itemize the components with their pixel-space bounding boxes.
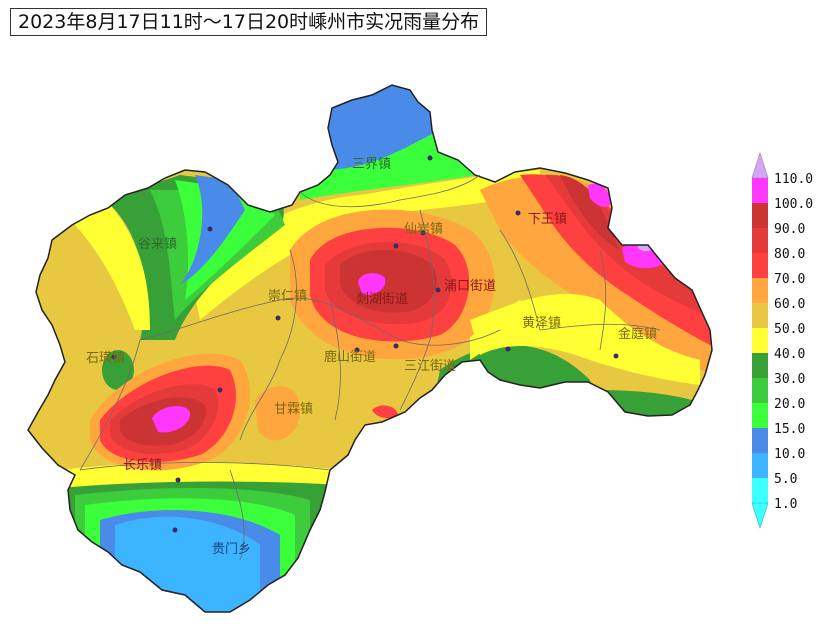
legend-label: 40.0 [774,347,805,362]
legend-label: 60.0 [774,297,805,312]
legend-label: 70.0 [774,272,805,287]
town-label-xiawang: 下王镇 [528,212,567,227]
town-label-pukou: 浦口街道 [444,279,496,294]
legend-swatch [752,403,768,428]
town-label-lushan: 鹿山街道 [324,349,376,365]
legend-swatch [752,278,768,303]
town-label-ganlin: 甘霖镇 [274,402,313,417]
legend-swatch [752,353,768,378]
town-label-jinting: 金庭镇 [618,326,657,342]
legend-top-arrow [751,152,769,179]
legend-label: 80.0 [774,247,805,262]
rainfall-fill [28,85,712,612]
legend-swatch [752,378,768,403]
legend-swatch [752,228,768,253]
legend-label: 15.0 [774,422,805,437]
legend-label: 100.0 [774,197,813,212]
legend-label: 10.0 [774,447,805,462]
town-label-shihuang: 石璜镇 [86,351,125,366]
legend-label: 5.0 [774,472,797,487]
town-label-changle: 长乐镇 [123,458,162,473]
town-label-huangze: 黄泽镇 [522,316,561,331]
legend-swatch [752,328,768,353]
legend-label: 50.0 [774,322,805,337]
town-label-sanjie: 三界镇 [352,157,391,172]
legend-swatch [752,178,768,203]
town-label-yanhu: 剡湖街道 [356,292,408,307]
legend-swatch [752,428,768,453]
rainfall-map: 三界镇 谷来镇 仙岩镇 下王镇 崇仁镇 浦口街道 剡湖街道 黄泽镇 石璜镇 鹿山… [27,84,813,613]
legend-label: 20.0 [774,397,805,412]
town-label-sanjiang: 三江街道 [404,359,456,374]
town-label-gulai: 谷来镇 [138,237,177,252]
legend-bottom-arrow [751,502,769,529]
legend-swatch [752,303,768,328]
legend-swatch [752,453,768,478]
legend-label: 110.0 [774,172,813,187]
legend-label: 30.0 [774,372,805,387]
legend-label: 90.0 [774,222,805,237]
legend-swatch [752,203,768,228]
legend-label: 1.0 [774,497,797,512]
legend-swatch [752,478,768,503]
rainfall-legend: 110.0 100.0 90.0 80.0 70.0 60.0 50.0 40.0 30.0 20… [751,152,813,529]
town-label-xianyan: 仙岩镇 [404,222,443,237]
town-label-guimen: 贵门乡 [212,542,251,557]
legend-swatch [752,253,768,278]
town-label-chongren: 崇仁镇 [268,289,307,304]
